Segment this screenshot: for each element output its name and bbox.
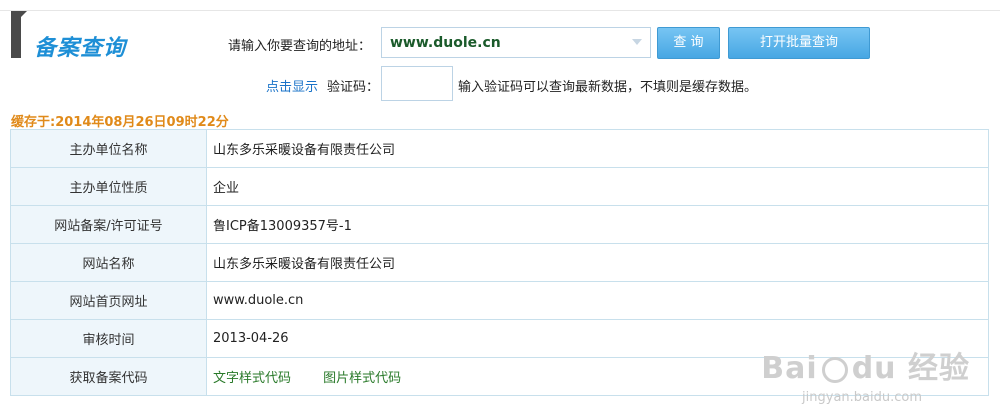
captcha-label: 验证码： xyxy=(327,80,380,95)
image-style-code-link[interactable]: 图片样式代码 xyxy=(323,371,401,386)
row-label: 网站首页网址 xyxy=(10,281,207,320)
row-label: 网站名称 xyxy=(10,243,207,282)
show-captcha-link[interactable]: 点击显示 xyxy=(266,76,318,95)
top-divider xyxy=(0,10,1000,11)
row-label: 主办单位性质 xyxy=(10,167,207,206)
batch-query-button[interactable]: 打开批量查询 xyxy=(728,27,870,59)
row-label: 主办单位名称 xyxy=(10,129,207,168)
watermark-text-right: 经验 xyxy=(908,351,970,386)
row-value: 山东多乐采暖设备有限责任公司 xyxy=(206,243,989,282)
text-style-code-link[interactable]: 文字样式代码 xyxy=(213,371,291,386)
watermark-text-left: Bai xyxy=(761,351,818,386)
row-label: 审核时间 xyxy=(10,319,207,358)
query-label: 请输入你要查询的地址： xyxy=(228,39,372,54)
paw-icon xyxy=(821,356,848,383)
query-address-input[interactable]: www.duole.cn xyxy=(381,27,651,58)
table-row: 网站备案/许可证号 鲁ICP备13009357号-1 xyxy=(10,205,989,244)
watermark-url: jingyan.baidu.com xyxy=(802,390,922,405)
query-button[interactable]: 查 询 xyxy=(657,27,720,59)
page-title: 备案查询 xyxy=(34,36,127,61)
captcha-input[interactable] xyxy=(381,66,453,101)
dropdown-arrow-icon[interactable] xyxy=(632,39,642,45)
captcha-hint: 输入验证码可以查询最新数据，不填则是缓存数据。 xyxy=(458,80,758,95)
row-value: www.duole.cn xyxy=(206,281,989,320)
query-address-value[interactable]: www.duole.cn xyxy=(390,35,501,51)
row-value: 企业 xyxy=(206,167,989,206)
title-accent-bar xyxy=(11,11,21,58)
row-value: 鲁ICP备13009357号-1 xyxy=(206,205,989,244)
row-value: 山东多乐采暖设备有限责任公司 xyxy=(206,129,989,168)
table-row: 网站首页网址 www.duole.cn xyxy=(10,281,989,320)
row-label: 获取备案代码 xyxy=(10,357,207,396)
baidu-jingyan-watermark: Bai du 经验 xyxy=(761,343,970,387)
table-row: 主办单位性质 企业 xyxy=(10,167,989,206)
cache-timestamp: 缓存于:2014年08月26日09时22分 xyxy=(11,115,229,130)
table-row: 网站名称 山东多乐采暖设备有限责任公司 xyxy=(10,243,989,282)
watermark-text-mid: du xyxy=(851,351,897,386)
row-label: 网站备案/许可证号 xyxy=(10,205,207,244)
table-row: 主办单位名称 山东多乐采暖设备有限责任公司 xyxy=(10,129,989,168)
